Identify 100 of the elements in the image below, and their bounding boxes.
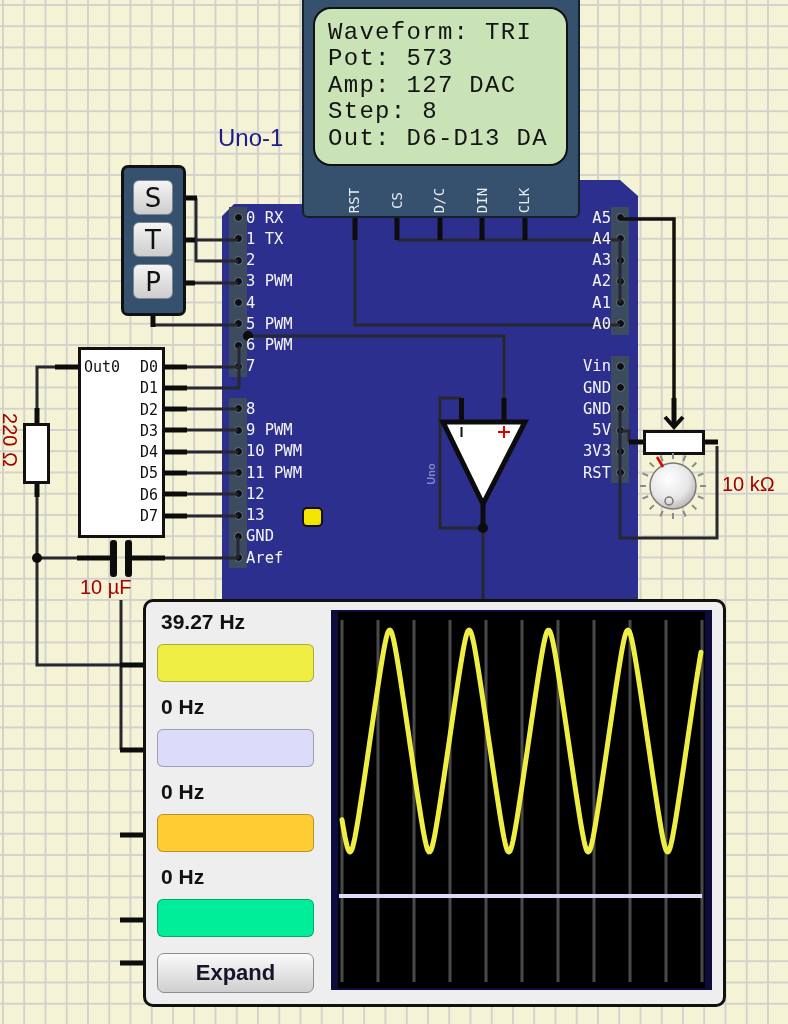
pin-lead xyxy=(352,218,358,240)
header-pin-icon xyxy=(233,255,243,265)
pin-lead xyxy=(522,218,528,240)
pin-label: GND xyxy=(583,379,611,396)
pin-label: Aref xyxy=(246,549,284,566)
header-pin-icon xyxy=(233,234,243,244)
pin-label: 10 PWM xyxy=(246,443,302,460)
junction-dot-icon xyxy=(32,553,42,563)
pin-label: 2 xyxy=(246,252,256,269)
lcd-text-line: Amp: 127 DAC xyxy=(328,72,518,99)
pin-label: RST xyxy=(347,187,363,213)
channel-frequency: 0 Hz xyxy=(160,780,206,804)
pin-label: A0 xyxy=(592,315,611,332)
capacitor-value-label: 10 µF xyxy=(80,577,132,597)
pin-label: GND xyxy=(583,400,611,417)
pin-label: D2 xyxy=(139,401,158,418)
header-pin-icon xyxy=(233,213,243,223)
wire xyxy=(187,471,238,475)
pin-label: D4 xyxy=(139,444,158,460)
header-pin-icon xyxy=(615,468,625,478)
pin-label: A4 xyxy=(592,230,611,247)
board-name-label: Uno-1 xyxy=(218,124,284,152)
pin-label: CS xyxy=(390,191,405,209)
pin-label: A1 xyxy=(592,294,611,311)
potentiometer-knob[interactable] xyxy=(639,452,707,520)
wire xyxy=(187,492,238,496)
pin-label: 1 TX xyxy=(246,230,284,247)
pin-label: 12 xyxy=(246,485,265,502)
pin-label: A2 xyxy=(592,273,611,290)
lcd-text-line: Waveform: TRI xyxy=(328,19,534,46)
pin-label: 5V xyxy=(592,422,611,439)
channel-frequency: 39.27 Hz xyxy=(160,610,247,634)
pin-label: D/C xyxy=(432,187,448,213)
pin-label: 6 PWM xyxy=(246,337,293,354)
pin-lead xyxy=(437,218,443,240)
header-pin-icon xyxy=(233,276,243,286)
pin-label: RST xyxy=(583,464,611,481)
key-button[interactable]: T xyxy=(133,222,173,257)
lcd-text-line: Step: 8 xyxy=(328,99,439,126)
pin-label: Out0 xyxy=(84,359,121,375)
pin-label: A5 xyxy=(592,209,611,226)
header-pin-icon xyxy=(233,489,243,499)
wire xyxy=(35,365,55,408)
header-pin-icon xyxy=(233,531,243,541)
channel-frequency: 0 Hz xyxy=(160,865,206,889)
pin-label: CLK xyxy=(517,187,533,213)
header-pin-icon xyxy=(233,468,243,478)
wire xyxy=(187,407,238,411)
header-pin-icon xyxy=(233,298,243,308)
header-pin-icon xyxy=(615,361,625,371)
expand-button[interactable]: Expand xyxy=(157,953,314,993)
pin-label: A3 xyxy=(592,252,611,269)
header-pin-icon xyxy=(615,255,625,265)
key-button[interactable]: S xyxy=(133,180,173,215)
pin-lead xyxy=(394,218,400,240)
wire xyxy=(195,281,238,285)
header-pin-icon xyxy=(615,383,625,393)
header-pin-icon xyxy=(615,276,625,286)
pin-label: D5 xyxy=(139,465,158,482)
board-silk-label: Uno xyxy=(425,463,437,485)
pin-label: GND xyxy=(246,528,274,545)
pin-label: D0 xyxy=(139,359,158,375)
pin-label: 4 xyxy=(246,294,256,311)
wire xyxy=(187,428,238,432)
key-button[interactable]: P xyxy=(133,264,173,299)
junction-dot-icon xyxy=(478,523,488,533)
header-pin-icon xyxy=(233,361,243,371)
header-pin-icon xyxy=(615,404,625,414)
header-pin-icon xyxy=(615,319,625,329)
pin-label: 5 PWM xyxy=(246,315,293,332)
pin-label: 3 PWM xyxy=(246,273,293,290)
minus-sign-icon xyxy=(460,426,463,438)
header-pin-icon xyxy=(233,404,243,414)
header-pin-icon xyxy=(233,425,243,435)
pin-label: 7 xyxy=(246,358,256,375)
plus-sign-icon xyxy=(497,425,511,439)
pin-label: 3V3 xyxy=(583,443,611,460)
pin-label: D6 xyxy=(139,486,158,503)
pin-label: D3 xyxy=(139,422,158,439)
pin-label: 11 PWM xyxy=(246,464,302,481)
pin-label: 0 RX xyxy=(246,209,284,226)
pin-label: D7 xyxy=(139,507,158,524)
lcd-text-line: Out: D6-D13 DA xyxy=(328,125,549,152)
header-pin-icon xyxy=(233,553,243,563)
pin-label: D1 xyxy=(139,380,158,397)
header-pin-icon xyxy=(615,234,625,244)
resistor-value-label: 220 Ω xyxy=(0,413,20,467)
header-pin-icon xyxy=(615,446,625,456)
pin-label: 13 xyxy=(246,507,265,524)
pin-label: DIN xyxy=(475,187,490,213)
header-pin-icon xyxy=(233,340,243,350)
lcd-text-line: Pot: 573 xyxy=(328,46,455,73)
pin-label: 8 xyxy=(246,400,256,417)
pin-label: 9 PWM xyxy=(246,422,293,439)
header-pin-icon xyxy=(615,425,625,435)
potentiometer-value-label: 10 kΩ xyxy=(722,474,775,494)
header-pin-icon xyxy=(615,213,625,223)
channel-frequency: 0 Hz xyxy=(160,695,206,719)
header-pin-icon xyxy=(233,510,243,520)
pin-label: Vin xyxy=(583,358,611,375)
